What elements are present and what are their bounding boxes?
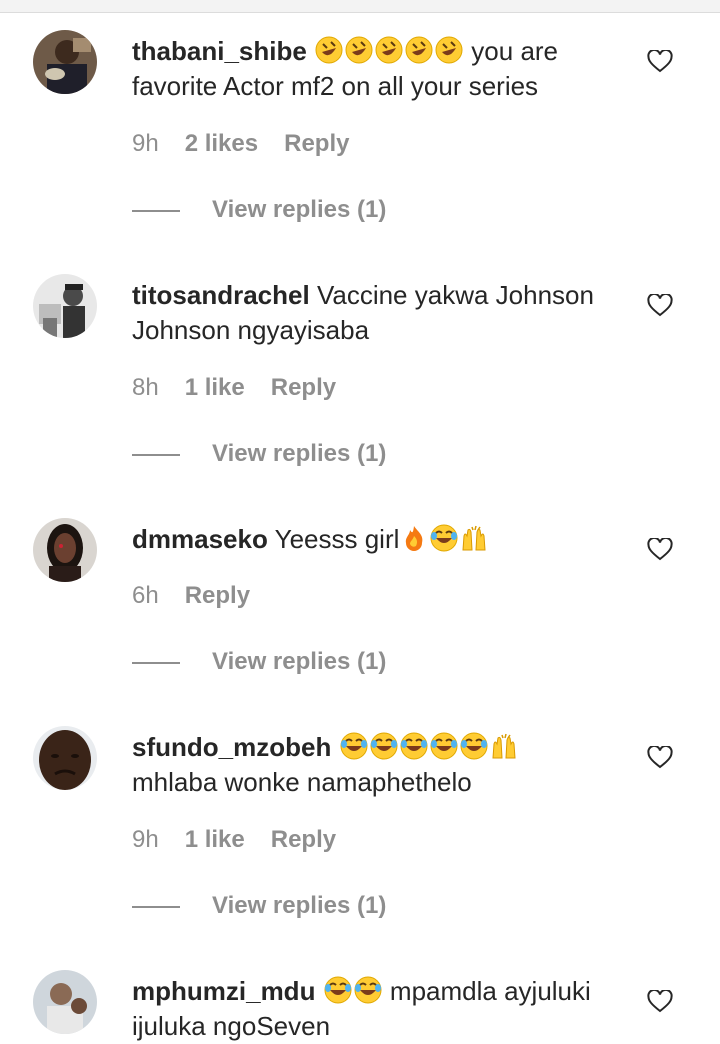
avatar[interactable] [33,30,97,94]
heart-outline-icon[interactable] [647,538,673,562]
raised-hands-emoji-icon [460,524,488,552]
comment-username[interactable]: titosandrachel [132,280,310,310]
comment-body: mphumzi_mdu mpamdla ayjuluki ijuluka ngo… [132,974,602,1044]
heart-outline-icon[interactable] [647,990,673,1014]
comment-username[interactable]: dmmaseko [132,524,268,554]
comment-text: Yeesss girl [274,524,400,554]
joy-emoji-icon [430,732,458,760]
heart-outline-icon[interactable] [647,50,673,74]
reply-button[interactable]: Reply [185,582,250,609]
heart-outline-icon[interactable] [647,294,673,318]
comment-likes[interactable]: 2 likes [185,130,258,157]
comment-username[interactable]: thabani_shibe [132,36,307,66]
comment-meta: 6h Reply [132,582,276,610]
comment-time: 8h [132,374,159,401]
rofl-emoji-icon [315,36,343,64]
joy-emoji-icon [460,732,488,760]
replies-divider [132,209,180,212]
raised-hands-emoji-icon [490,732,518,760]
replies-divider [132,905,180,908]
comment-body: thabani_shibe you are favorite Actor mf2… [132,34,602,104]
comment-body: titosandrachel Vaccine yakwa Johnson Joh… [132,278,602,348]
comment-text: mhlaba wonke namaphethelo [132,767,472,797]
joy-emoji-icon [354,976,382,1004]
avatar[interactable] [33,970,97,1034]
reply-button[interactable]: Reply [284,130,349,157]
comment-username[interactable]: sfundo_mzobeh [132,732,331,762]
rofl-emoji-icon [405,36,433,64]
joy-emoji-icon [340,732,368,760]
comment-meta: 9h 1 like Reply [132,826,362,854]
view-replies-label: View replies (1) [212,892,387,919]
fire-emoji-icon [400,524,428,552]
joy-emoji-icon [430,524,458,552]
view-replies-button[interactable]: View replies (1) [132,196,386,224]
comment-time: 9h [132,130,159,157]
view-replies-button[interactable]: View replies (1) [132,440,386,468]
comment-likes[interactable]: 1 like [185,826,245,853]
rofl-emoji-icon [345,36,373,64]
replies-divider [132,661,180,664]
view-replies-label: View replies (1) [212,196,387,223]
comment-time: 6h [132,582,159,609]
joy-emoji-icon [324,976,352,1004]
comment-likes[interactable]: 1 like [185,374,245,401]
comment-time: 9h [132,826,159,853]
view-replies-button[interactable]: View replies (1) [132,892,386,920]
reply-button[interactable]: Reply [271,374,336,401]
reply-button[interactable]: Reply [271,826,336,853]
rofl-emoji-icon [375,36,403,64]
joy-emoji-icon [400,732,428,760]
avatar[interactable] [33,274,97,338]
replies-divider [132,453,180,456]
comment-meta: 8h 1 like Reply [132,374,362,402]
view-replies-label: View replies (1) [212,648,387,675]
comment-username[interactable]: mphumzi_mdu [132,976,315,1006]
view-replies-label: View replies (1) [212,440,387,467]
joy-emoji-icon [370,732,398,760]
heart-outline-icon[interactable] [647,746,673,770]
comment-meta: 9h 2 likes Reply [132,130,375,158]
comment-body: sfundo_mzobeh mhlaba wonke namaphethelo [132,730,602,800]
avatar[interactable] [33,518,97,582]
view-replies-button[interactable]: View replies (1) [132,648,386,676]
top-divider [0,0,720,13]
rofl-emoji-icon [435,36,463,64]
comment-body: dmmaseko Yeesss girl [132,522,602,557]
avatar[interactable] [33,726,97,790]
